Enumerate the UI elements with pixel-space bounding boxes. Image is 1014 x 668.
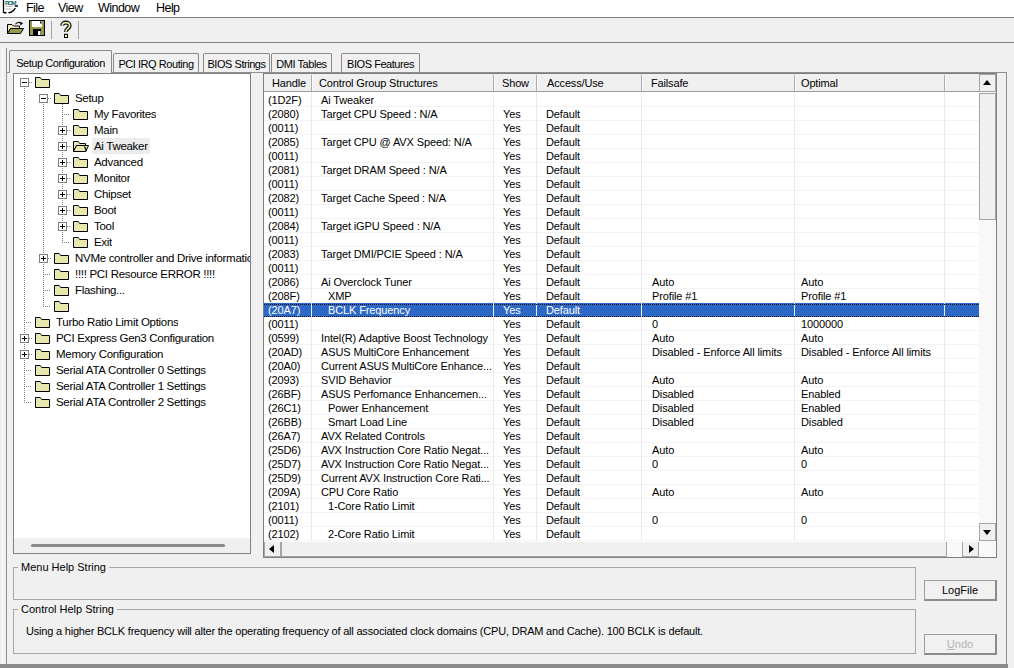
svg-text:ROM: ROM [5, 0, 17, 6]
